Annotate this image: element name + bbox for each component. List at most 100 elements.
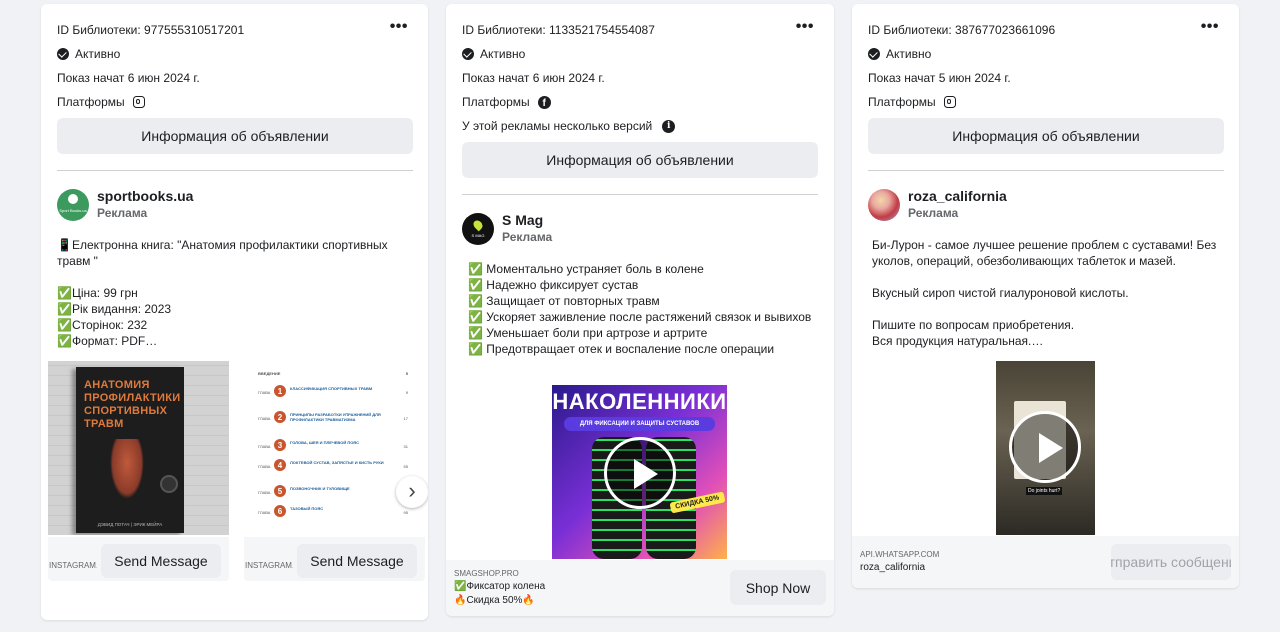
carousel-item: ВВЕДЕНИЕ 5 ГЛАВА 1 КЛАССИФИКАЦИЯ СПОРТИВНЫ… xyxy=(244,361,425,581)
kettlebell-icon xyxy=(160,475,178,493)
toc-header: ВВЕДЕНИЕ 5 xyxy=(258,371,408,376)
shop-now-button[interactable]: Shop Now xyxy=(730,570,826,605)
platforms-label: Платформы xyxy=(462,95,530,109)
toc-item: ГЛАВА5ПОЗВОНОЧНИК И ТУЛОВИЩЕ77 xyxy=(258,485,408,501)
toc-chapter-prefix: ГЛАВА xyxy=(258,490,271,495)
send-message-button[interactable]: Send Message xyxy=(297,544,417,578)
video-headline: НАКОЛЕННИКИ xyxy=(552,389,727,414)
send-message-button[interactable]: Send Message xyxy=(101,544,221,578)
sponsored-label: Реклама xyxy=(502,230,553,244)
toc-header-page: 5 xyxy=(405,371,408,376)
ad-footer: SMAGSHOP.PRO ✅Фиксатор колена 🔥Скидка 50… xyxy=(446,560,834,616)
source-domain: INSTAGRAM.COM xyxy=(245,561,293,570)
advertiser-name[interactable]: sportbooks.ua xyxy=(97,188,193,204)
toc-chapter-title: ГОЛОВА, ШЕЯ И ПЛЕЧЕВОЙ ПОЯС xyxy=(290,440,360,445)
start-date-text: Показ начат 6 июн 2024 г. xyxy=(57,71,200,85)
play-button-icon[interactable] xyxy=(604,437,676,509)
source-domain: INSTAGRAM.COM xyxy=(49,561,97,570)
divider xyxy=(57,170,413,171)
platforms-row: Платформы f xyxy=(462,90,818,114)
video-subhead: ДЛЯ ФИКСАЦИИ И ЗАЩИТЫ СУСТАВОВ xyxy=(564,417,715,431)
play-button-icon[interactable] xyxy=(1009,411,1081,483)
toc-chapter-title: КЛАССИФИКАЦИЯ СПОРТИВНЫХ ТРАВМ xyxy=(290,386,373,391)
advertiser-name[interactable]: roza_california xyxy=(908,188,1007,204)
ad-details-button[interactable]: Информация об объявлении xyxy=(868,118,1224,154)
start-date-text: Показ начат 6 июн 2024 г. xyxy=(462,71,605,85)
library-id: ID Библиотеки: 1133521754554087 ••• xyxy=(462,18,818,42)
ad-card: ID Библиотеки: 387677023661096 ••• Актив… xyxy=(852,4,1239,588)
toc-chapter-prefix: ГЛАВА xyxy=(258,510,271,515)
book-authors: ДЭВИД ПОТАЧ | ЭРИК МЕЙРА xyxy=(97,522,163,527)
carousel-footer: INSTAGRAM.COM Send Message xyxy=(48,537,229,581)
check-circle-icon xyxy=(868,48,880,60)
library-id-text: ID Библиотеки: 977555310517201 xyxy=(57,23,245,37)
toc-chapter-number: 3 xyxy=(274,439,286,451)
toc-chapter-number: 5 xyxy=(274,485,286,497)
start-date: Показ начат 6 июн 2024 г. xyxy=(462,66,818,90)
toc-chapter-number: 1 xyxy=(274,385,286,397)
library-id: ID Библиотеки: 977555310517201 ••• xyxy=(57,18,412,42)
toc-header-text: ВВЕДЕНИЕ xyxy=(258,371,281,376)
carousel-footer: INSTAGRAM.COM Send Message xyxy=(244,537,425,581)
check-circle-icon xyxy=(462,48,474,60)
avatar-label: S MAG xyxy=(471,233,485,238)
info-icon[interactable]: i xyxy=(662,119,676,133)
source-domain: API.WHATSAPP.COM xyxy=(860,550,940,559)
book: АНАТОМИЯ ПРОФИЛАКТИКИ СПОРТИВНЫХ ТРАВМ Д… xyxy=(76,367,184,533)
sponsored-label: Реклама xyxy=(97,206,148,220)
advertiser-name[interactable]: S Mag xyxy=(502,212,552,228)
toc-chapter-title: ПРИНЦИПЫ РАЗРАБОТКИ УПРАЖНЕНИЙ ДЛЯ ПРОФИ… xyxy=(290,412,381,422)
more-options-icon[interactable]: ••• xyxy=(390,19,408,35)
ad-body-text: 📱Електронна книга: "Анатомия профилактик… xyxy=(57,238,388,348)
more-options-icon[interactable]: ••• xyxy=(1201,19,1219,35)
toc-item: ГЛАВА 3 ГОЛОВА, ШЕЯ И ПЛЕЧЕВОЙ ПОЯС 31 xyxy=(258,439,408,455)
toc-chapter-title: ПОЗВОНОЧНИК И ТУЛОВИЩЕ xyxy=(290,486,350,491)
advertiser-avatar[interactable]: Sport Books.ua xyxy=(57,189,89,221)
avatar-label: Sport Books.ua xyxy=(59,208,87,213)
carousel: АНАТОМИЯ ПРОФИЛАКТИКИ СПОРТИВНЫХ ТРАВМ Д… xyxy=(41,361,428,591)
ad-details-button[interactable]: Информация об объявлении xyxy=(57,118,413,154)
toc-chapter-title: ЛОКТЕВОЙ СУСТАВ, ЗАПЯСТЬЕ И КИСТЬ РУКИ xyxy=(290,460,384,465)
check-circle-icon xyxy=(57,48,69,60)
divider xyxy=(462,194,818,195)
advertiser-avatar[interactable] xyxy=(868,189,900,221)
more-options-icon[interactable]: ••• xyxy=(796,19,814,35)
book-cover-image[interactable]: АНАТОМИЯ ПРОФИЛАКТИКИ СПОРТИВНЫХ ТРАВМ Д… xyxy=(48,361,229,535)
advertiser-avatar[interactable]: S MAG xyxy=(462,213,494,245)
start-date: Показ начат 6 июн 2024 г. xyxy=(57,66,412,90)
toc-page-number: 17 xyxy=(403,416,408,421)
toc-chapter-number: 4 xyxy=(274,459,286,471)
send-message-button[interactable]: Отправить сообщение xyxy=(1111,544,1231,580)
toc-chapter-prefix: ГЛАВА xyxy=(258,390,271,395)
versions-row: У этой рекламы несколько версий i xyxy=(462,114,818,138)
start-date: Показ начат 5 июн 2024 г. xyxy=(868,66,1223,90)
platforms-label: Платформы xyxy=(57,95,125,109)
toc-chapter-number: 6 xyxy=(274,505,286,517)
toc-chapter-title: ТАЗОВЫЙ ПОЯС xyxy=(290,506,324,511)
ad-body-text: ✅ Моментально устраняет боль в колене ✅ … xyxy=(468,262,812,356)
advertiser-header: S MAG S Mag Реклама xyxy=(462,212,818,245)
platforms-row: Платформы xyxy=(868,90,1223,114)
toc-item: ГЛАВА 4 ЛОКТЕВОЙ СУСТАВ, ЗАПЯСТЬЕ И КИСТЬ … xyxy=(258,459,408,475)
status-row: Активно xyxy=(57,42,412,66)
ad-details-button[interactable]: Информация об объявлении xyxy=(462,142,818,178)
library-id-text: ID Библиотеки: 1133521754554087 xyxy=(462,23,655,37)
toc-chapter-prefix: ГЛАВА xyxy=(258,416,271,421)
library-id-text: ID Библиотеки: 387677023661096 xyxy=(868,23,1056,37)
advertiser-header: roza_california Реклама xyxy=(868,188,1223,221)
advertiser-header: Sport Books.ua sportbooks.ua Реклама xyxy=(57,188,412,221)
ad-card: ID Библиотеки: 1133521754554087 ••• Акти… xyxy=(446,4,834,616)
sponsored-label: Реклама xyxy=(908,206,959,220)
toc-item: ГЛАВА 1 КЛАССИФИКАЦИЯ СПОРТИВНЫХ ТРАВМ 9 xyxy=(258,385,408,401)
table-of-contents-image[interactable]: ВВЕДЕНИЕ 5 ГЛАВА 1 КЛАССИФИКАЦИЯ СПОРТИВНЫ… xyxy=(244,361,425,535)
video-area: НАКОЛЕННИКИ ДЛЯ ФИКСАЦИИ И ЗАЩИТЫ СУСТАВ… xyxy=(446,385,834,559)
facebook-icon: f xyxy=(537,95,551,109)
instagram-icon xyxy=(943,96,956,108)
platforms-label: Платформы xyxy=(868,95,936,109)
carousel-next-button[interactable]: › xyxy=(396,476,428,508)
status-text: Активно xyxy=(886,47,932,61)
platforms-row: Платформы xyxy=(57,90,412,114)
footer-subline: 🔥Скидка 50%🔥 xyxy=(454,595,535,606)
source-domain: SMAGSHOP.PRO xyxy=(454,569,519,578)
toc-item: ГЛАВА 2 ПРИНЦИПЫ РАЗРАБОТКИ УПРАЖНЕНИЙ ДЛЯ… xyxy=(258,411,408,427)
